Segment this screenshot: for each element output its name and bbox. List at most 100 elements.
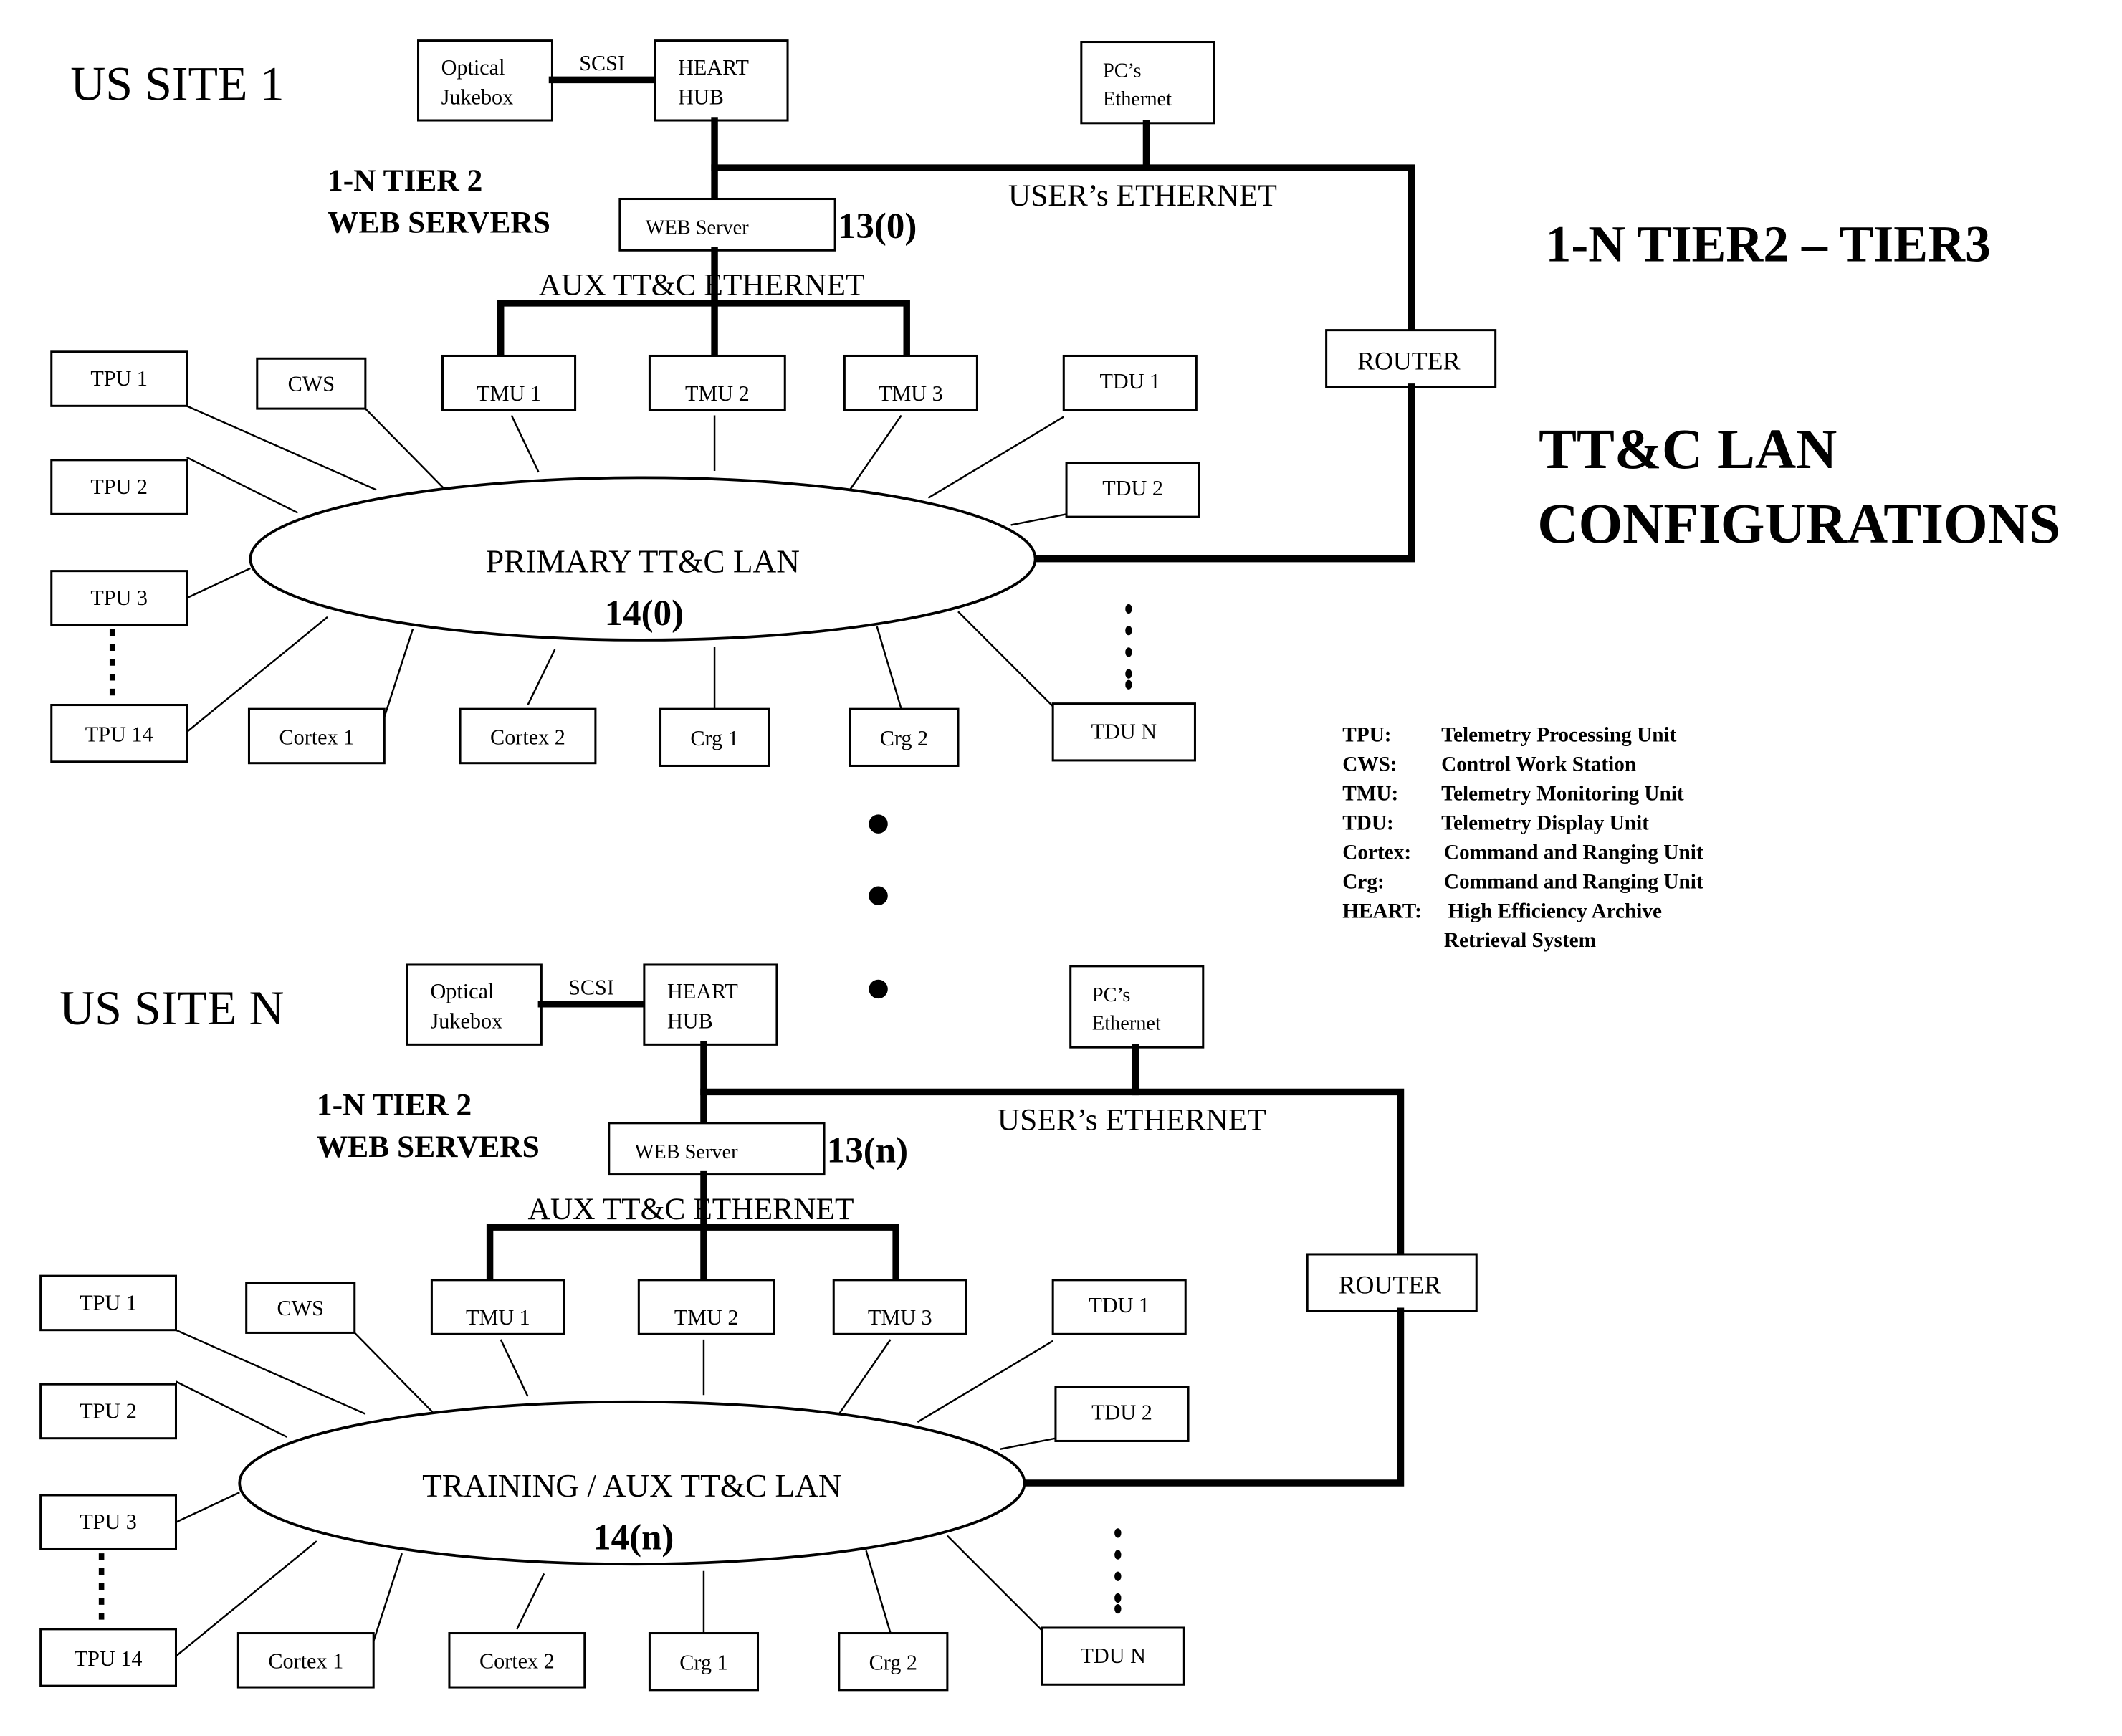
- title-configurations: CONFIGURATIONS: [1537, 492, 2060, 555]
- lan-connection-tpu-1: [186, 405, 377, 491]
- site-1-group: US SITE 1 Optical Jukebox SCSI HEART HUB PC’s E…: [50, 39, 1497, 767]
- node-label-cortex-1: Cortex 1: [268, 1649, 343, 1674]
- tdu-continuation-dot: [1114, 1528, 1122, 1538]
- node-label-tmu-2: TMU 2: [685, 381, 750, 406]
- node-label-tdu-2: TDU 2: [1091, 1400, 1152, 1424]
- legend-abbr-crg: Crg:: [1342, 870, 1384, 893]
- pcs-ethernet-label: Ethernet: [1103, 88, 1172, 110]
- node-label-cortex-2: Cortex 2: [479, 1649, 555, 1674]
- node-label-tpu-3: TPU 3: [90, 586, 148, 610]
- lan-connection-tpu-1: [175, 1329, 366, 1415]
- legend-meaning-cortex: Command and Ranging Unit: [1444, 841, 1703, 864]
- lan-connection-crg-2: [876, 626, 902, 710]
- pcs-ethernet-label: Ethernet: [1092, 1013, 1161, 1035]
- node-label-tmu-2: TMU 2: [674, 1305, 739, 1330]
- legend-meaning-heart: High Efficiency Archive: [1448, 900, 1662, 922]
- web-server-id: 13(n): [827, 1131, 908, 1171]
- tdu-continuation-dot: [1125, 647, 1132, 657]
- node-label-tmu-3: TMU 3: [879, 381, 943, 406]
- lan-connection-cortex-2: [527, 649, 556, 706]
- title-tier: 1-N TIER2 – TIER3: [1546, 215, 1991, 272]
- node-label-tmu-1: TMU 1: [466, 1305, 530, 1330]
- lan-connection-tmu-3: [838, 1339, 892, 1415]
- heart-hub-label: HEART: [667, 979, 738, 1003]
- legend-meaning-cont-heart: Retrieval System: [1444, 929, 1596, 952]
- node-label-tpu-14: TPU 14: [75, 1646, 143, 1671]
- node-label-tdu-n: TDU N: [1091, 720, 1157, 744]
- heart-hub-label: HUB: [678, 85, 724, 109]
- legend-abbr-tpu: TPU:: [1342, 723, 1391, 746]
- node-label-crg-2: Crg 2: [869, 1651, 917, 1675]
- node-label-tpu-2: TPU 2: [80, 1398, 137, 1423]
- node-label-tmu-3: TMU 3: [868, 1305, 932, 1330]
- node-label-cortex-1: Cortex 1: [279, 725, 354, 749]
- users-ethernet-label: USER’s ETHERNET: [1008, 178, 1277, 213]
- web-server-id: 13(0): [838, 206, 917, 247]
- optical-jukebox-label: Jukebox: [431, 1009, 503, 1034]
- users-ethernet-label: USER’s ETHERNET: [998, 1102, 1266, 1137]
- tdu-continuation-dot: [1125, 626, 1132, 636]
- lan-connection-crg-2: [865, 1550, 892, 1634]
- lan-connection-tmu-1: [500, 1339, 529, 1397]
- lan-connection-tmu-1: [510, 415, 540, 473]
- lan-connection-tmu-3: [849, 414, 902, 491]
- continuation-dot: [869, 886, 888, 905]
- lan-connection-cws: [364, 408, 445, 490]
- pcs-ethernet-box: [1080, 41, 1215, 125]
- lan-connection-tdu-n: [957, 611, 1054, 707]
- tdu-continuation-dot: [1114, 1593, 1122, 1603]
- node-label-cortex-2: Cortex 2: [490, 725, 565, 749]
- aux-ttc-ethernet-bus: [486, 1224, 899, 1284]
- lan-connection-tdu-2: [1010, 513, 1067, 526]
- aux-ttc-ethernet-bus: [497, 300, 910, 360]
- aux-ttc-ethernet-label: AUX TT&C ETHERNET: [527, 1192, 854, 1226]
- lan-connection-cws: [353, 1332, 434, 1413]
- pcs-ethernet-box: [1069, 965, 1205, 1049]
- node-label-tdu-1: TDU 1: [1099, 369, 1160, 394]
- heart-hub-label: HUB: [667, 1009, 713, 1034]
- lan-connection-tdu-1: [917, 1340, 1053, 1423]
- node-label-tpu-1: TPU 1: [90, 366, 148, 391]
- node-label-tpu-2: TPU 2: [90, 474, 148, 499]
- pcs-ethernet-label: PC’s: [1103, 60, 1142, 82]
- node-label-tpu-1: TPU 1: [80, 1290, 137, 1315]
- node-label-tpu-3: TPU 3: [80, 1510, 137, 1534]
- router-label: ROUTER: [1339, 1271, 1442, 1299]
- lan-connection-cortex-1: [373, 1553, 403, 1642]
- legend-meaning-crg: Command and Ranging Unit: [1444, 870, 1703, 893]
- node-label-tdu-n: TDU N: [1081, 1644, 1147, 1668]
- node-label-crg-1: Crg 1: [679, 1651, 727, 1675]
- lan-connection-tpu-3: [186, 567, 251, 599]
- node-label-tpu-14: TPU 14: [85, 722, 153, 746]
- scsi-label: SCSI: [568, 976, 614, 1000]
- optical-jukebox-label: Optical: [431, 979, 494, 1003]
- web-server-label: WEB Server: [646, 217, 749, 239]
- aux-ttc-ethernet-label: AUX TT&C ETHERNET: [539, 268, 865, 302]
- node-label-tdu-2: TDU 2: [1102, 476, 1163, 500]
- legend: TPU: Telemetry Processing Unit CWS: Control…: [1342, 723, 1703, 952]
- legend-meaning-tdu: Telemetry Display Unit: [1441, 811, 1649, 834]
- tdu-continuation-dot: [1125, 669, 1132, 679]
- continuation-dot: [869, 814, 888, 834]
- legend-abbr-tmu: TMU:: [1342, 782, 1398, 805]
- lan-id: 14(0): [605, 593, 684, 634]
- tdu-continuation-dot: [1114, 1550, 1122, 1560]
- lan-connection-tdu-2: [1000, 1437, 1056, 1450]
- pcs-ethernet-label: PC’s: [1092, 984, 1131, 1006]
- tier2-label: WEB SERVERS: [317, 1130, 540, 1164]
- lan-name: PRIMARY TT&C LAN: [486, 544, 800, 580]
- node-label-tmu-1: TMU 1: [477, 381, 541, 406]
- node-label-crg-1: Crg 1: [690, 726, 738, 750]
- tdu-continuation-dot: [1125, 679, 1132, 690]
- legend-abbr-heart: HEART:: [1342, 900, 1422, 922]
- tier2-label: 1-N TIER 2: [328, 163, 482, 198]
- lan-connection-tdu-n: [947, 1535, 1043, 1631]
- heart-hub-label: HEART: [678, 55, 749, 80]
- lan-name: TRAINING / AUX TT&C LAN: [422, 1468, 842, 1504]
- site-n-group: US SITE N Optical Jukebox SCSI HEART HUB PC’s E…: [39, 963, 1478, 1692]
- router-label: ROUTER: [1357, 346, 1461, 375]
- node-label-tdu-1: TDU 1: [1089, 1293, 1150, 1317]
- node-label-cws: CWS: [288, 372, 335, 396]
- lan-connection-tpu-2: [175, 1380, 287, 1438]
- lan-connection-cortex-1: [383, 629, 414, 717]
